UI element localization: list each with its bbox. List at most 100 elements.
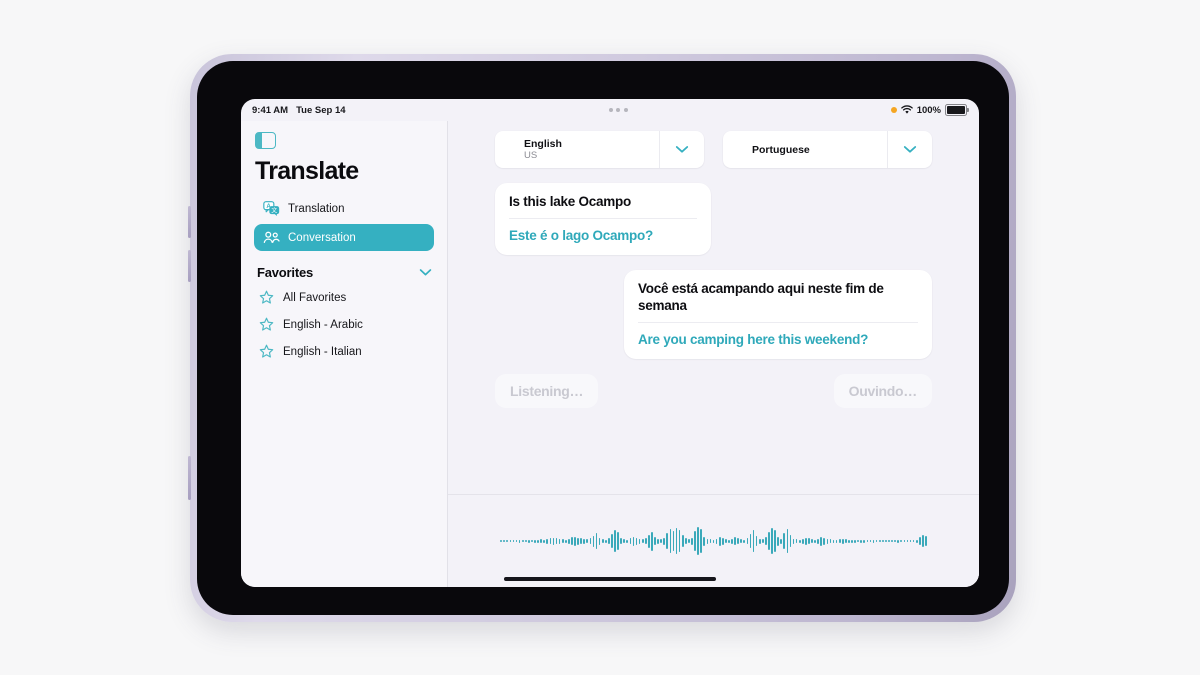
waveform-bar	[915, 539, 918, 543]
waveform-bar	[574, 536, 576, 546]
tablet-device: 9:41 AM Tue Sep 14 100% Translate A 文 Tr…	[188, 54, 1016, 622]
favorite-item-english-italian[interactable]: English - Italian	[254, 338, 434, 365]
waveform-bar	[654, 537, 656, 545]
message-bubble[interactable]: Você está acampando aqui neste fim de se…	[624, 270, 932, 359]
waveform-bar	[848, 539, 850, 543]
waveform-bar	[657, 538, 659, 544]
message-bubble[interactable]: Is this lake Ocampo Este é o lago Ocampo…	[495, 183, 711, 255]
waveform-bar	[663, 537, 666, 545]
three-dots-icon	[623, 108, 628, 112]
app-body: Translate A 文 Translation Conversation F…	[241, 121, 979, 587]
svg-text:文: 文	[271, 206, 277, 214]
sidebar-toggle-icon[interactable]	[255, 132, 276, 149]
waveform-bar	[724, 539, 727, 543]
waveform-bar	[589, 538, 592, 544]
status-bar-left: 9:41 AM Tue Sep 14	[241, 105, 346, 116]
chevron-down-icon	[419, 269, 432, 276]
waveform-bar	[857, 540, 860, 542]
target-language-selector[interactable]: Portuguese	[723, 131, 932, 168]
waveform-bar	[651, 531, 653, 551]
chevron-down-icon	[675, 146, 689, 153]
power-button[interactable]	[188, 456, 191, 500]
sidebar-item-translation[interactable]: A 文 Translation	[254, 195, 434, 222]
target-language-name: Portuguese	[752, 143, 810, 156]
waveform-bar	[912, 540, 915, 542]
waveform-bar	[820, 536, 823, 546]
waveform-bar	[527, 539, 530, 543]
waveform-bar	[728, 539, 730, 543]
waveform-bar	[691, 537, 693, 545]
waveform-bar	[518, 539, 521, 543]
waveform-bar	[925, 536, 927, 546]
target-language-chevron-button[interactable]	[887, 131, 932, 168]
page-title: Translate	[255, 157, 359, 185]
waveform-bar	[863, 539, 866, 543]
waveform-bar	[780, 538, 783, 544]
waveform-bar	[515, 540, 518, 542]
volume-up-button[interactable]	[188, 206, 191, 238]
waveform-bar	[829, 539, 832, 543]
waveform-bar	[558, 538, 561, 544]
waveform-bar	[617, 532, 619, 550]
waveform-bar	[851, 539, 853, 543]
waveform-bar	[638, 538, 641, 544]
waveform-bar	[648, 534, 650, 548]
waveform-bar	[903, 540, 906, 542]
favorite-item-label: English - Italian	[283, 345, 362, 358]
waveform-bar	[897, 539, 900, 543]
waveform-bar	[669, 529, 672, 553]
favorite-item-english-arabic[interactable]: English - Arabic	[254, 311, 434, 338]
waveform-bar	[549, 538, 552, 544]
waveform-bar	[586, 539, 589, 543]
waveform-bar	[623, 539, 626, 543]
waveform-bar	[771, 528, 773, 554]
battery-fill	[947, 106, 965, 114]
source-language-chevron-button[interactable]	[659, 131, 704, 168]
waveform-bar	[531, 540, 533, 542]
volume-down-button[interactable]	[188, 250, 191, 282]
waveform-bar	[805, 537, 807, 545]
favorite-item-label: English - Arabic	[283, 318, 363, 331]
source-language-selector[interactable]: English US	[495, 131, 704, 168]
waveform-bar	[721, 537, 724, 545]
waveform-bar	[777, 536, 779, 546]
waveform-bar	[801, 538, 804, 544]
message-translation-text: Are you camping here this weekend?	[638, 332, 869, 347]
source-language-region: US	[524, 150, 538, 161]
listening-placeholder-right: Ouvindo…	[833, 374, 932, 408]
sidebar-item-conversation[interactable]: Conversation	[254, 224, 434, 251]
status-bar-right: 100%	[890, 104, 979, 116]
waveform-bar	[737, 538, 739, 544]
waveform-bar	[881, 540, 884, 542]
waveform-bar	[626, 539, 629, 543]
favorites-section-header[interactable]: Favorites	[257, 265, 432, 280]
home-indicator-bar[interactable]	[504, 577, 716, 581]
waveform-bar	[681, 535, 684, 547]
favorite-item-all-favorites[interactable]: All Favorites	[254, 284, 434, 311]
waveform-bar	[749, 534, 752, 548]
multitasking-menu-button[interactable]	[346, 108, 891, 112]
waveform-bar	[845, 539, 847, 543]
waveform-bar	[567, 538, 570, 544]
three-dots-icon	[616, 108, 621, 112]
waveform-bar	[764, 537, 767, 545]
waveform-bar	[712, 539, 715, 543]
device-screen: 9:41 AM Tue Sep 14 100% Translate A 文 Tr…	[241, 99, 979, 587]
sidebar-item-label: Conversation	[288, 231, 356, 244]
star-icon	[259, 317, 274, 331]
waveform-bar	[817, 538, 819, 544]
waveform-bar	[715, 538, 718, 544]
waveform-bar	[885, 540, 887, 542]
waveform-bar	[678, 530, 681, 552]
waveform-bar	[752, 530, 755, 552]
waveform-bar	[512, 540, 515, 542]
audio-waveform-area[interactable]	[448, 495, 979, 587]
waveform-bar	[808, 538, 810, 544]
waveform-bar	[866, 540, 869, 542]
waveform-bar	[524, 540, 527, 542]
waveform-bar	[755, 536, 758, 546]
status-bar: 9:41 AM Tue Sep 14 100%	[241, 99, 979, 121]
waveform-bar	[860, 539, 863, 543]
waveform-bar	[595, 533, 598, 549]
source-language-text: English US	[495, 138, 659, 161]
